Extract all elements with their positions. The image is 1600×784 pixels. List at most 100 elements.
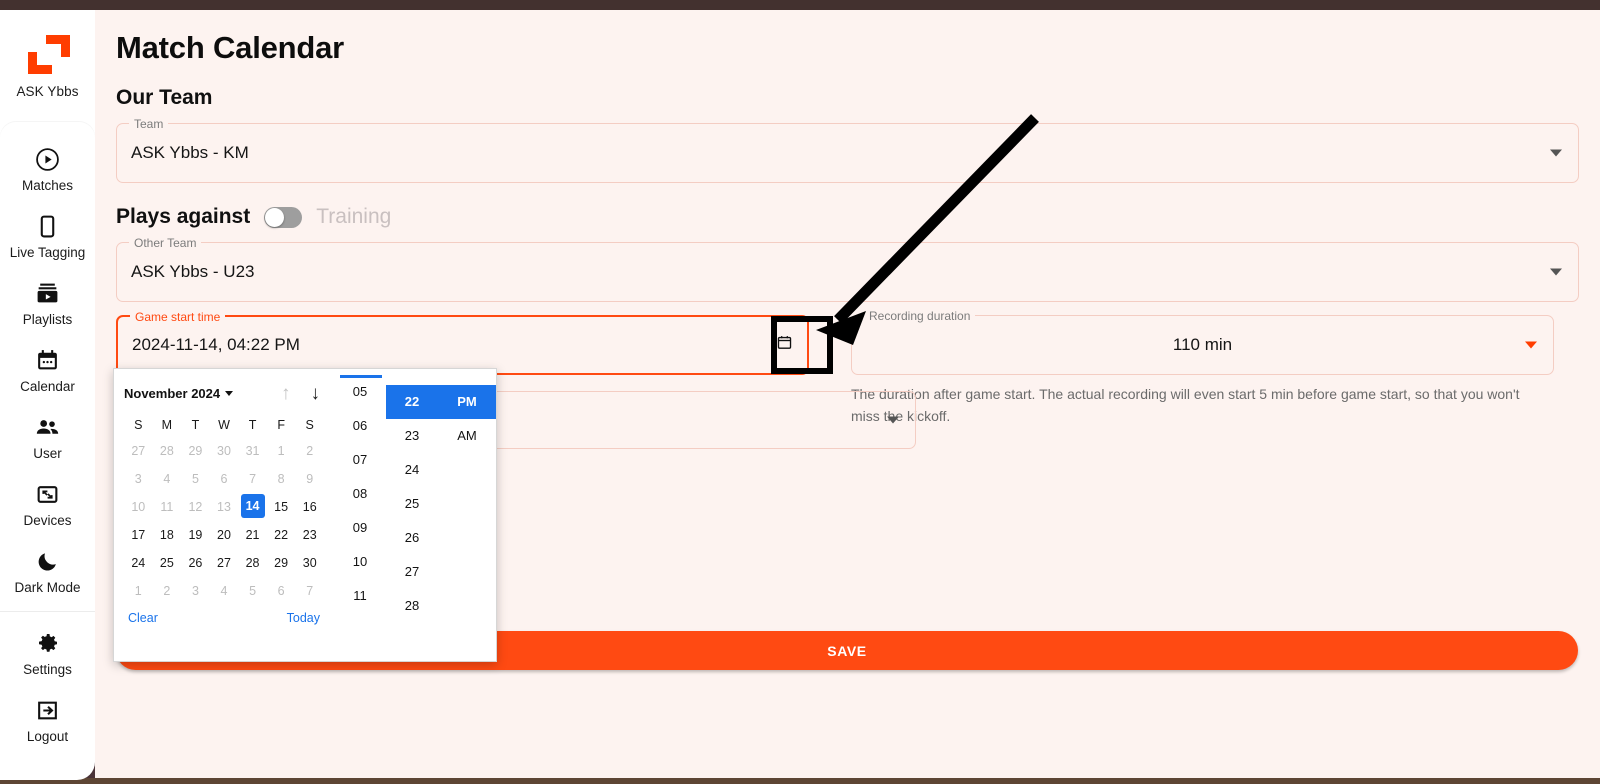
- sidebar-item-calendar[interactable]: Calendar: [0, 337, 95, 404]
- team-value: ASK Ybbs - KM: [131, 143, 249, 162]
- sidebar-item-user[interactable]: User: [0, 404, 95, 471]
- calendar-day[interactable]: 7: [238, 465, 267, 493]
- meridiem-column[interactable]: PM AM: [438, 375, 496, 661]
- calendar-day[interactable]: 11: [153, 493, 182, 521]
- game-start-time-field[interactable]: Game start time 2024-11-14, 04:22 PM: [116, 309, 809, 375]
- calendar-day[interactable]: 1: [124, 577, 153, 605]
- calendar-day[interactable]: 27: [210, 549, 239, 577]
- calendar-day-selected[interactable]: 14: [240, 494, 265, 518]
- calendar-day[interactable]: 10: [124, 493, 153, 521]
- calendar-day[interactable]: 5: [238, 577, 267, 605]
- calendar-day[interactable]: 13: [210, 493, 239, 521]
- team-select[interactable]: Team ASK Ybbs - KM: [116, 116, 1579, 183]
- calendar-day[interactable]: 29: [181, 437, 210, 465]
- calendar-day[interactable]: 19: [181, 521, 210, 549]
- calendar-day[interactable]: 6: [267, 577, 296, 605]
- calendar-week-row: 17 18 19 20 21 22 23: [124, 521, 324, 549]
- calendar-day[interactable]: 18: [153, 521, 182, 549]
- window-top-bar: [0, 0, 1600, 10]
- arrow-up-icon[interactable]: ↑: [281, 384, 291, 403]
- calendar-day[interactable]: 5: [181, 465, 210, 493]
- chevron-down-icon[interactable]: [887, 416, 899, 424]
- calendar-day[interactable]: 12: [181, 493, 210, 521]
- month-year-label: November 2024: [124, 385, 221, 401]
- hour-option[interactable]: 11: [334, 579, 386, 613]
- chevron-down-icon[interactable]: [1525, 341, 1537, 349]
- chevron-down-icon[interactable]: [1550, 149, 1562, 157]
- meridiem-option[interactable]: PM: [438, 385, 496, 419]
- calendar-week-row: 1234567: [124, 577, 324, 605]
- recording-duration-select[interactable]: Recording duration 110 min: [851, 308, 1554, 375]
- calendar-day[interactable]: 6: [210, 465, 239, 493]
- sidebar-item-playlists[interactable]: Playlists: [0, 270, 95, 337]
- today-button[interactable]: Today: [287, 611, 320, 625]
- calendar-day[interactable]: 21: [238, 521, 267, 549]
- other-team-select[interactable]: Other Team ASK Ybbs - U23: [116, 235, 1579, 302]
- sidebar-divider: [0, 611, 95, 612]
- calendar-day[interactable]: 28: [153, 437, 182, 465]
- plays-against-label: Plays against: [116, 205, 251, 228]
- recording-duration-helper: The duration after game start. The actua…: [851, 386, 1520, 424]
- calendar-day[interactable]: 29: [267, 549, 296, 577]
- calendar-day[interactable]: 31: [238, 437, 267, 465]
- minute-option[interactable]: 22: [386, 385, 438, 419]
- training-toggle[interactable]: [264, 206, 303, 228]
- calendar-day[interactable]: 27: [124, 437, 153, 465]
- hour-option[interactable]: 05: [334, 375, 386, 409]
- sidebar-item-matches[interactable]: Matches: [0, 136, 95, 203]
- calendar-day[interactable]: 20: [210, 521, 239, 549]
- hour-column[interactable]: 05 06 07 08 09 10 11: [334, 375, 386, 661]
- calendar-day[interactable]: 3: [124, 465, 153, 493]
- calendar-day[interactable]: 24: [124, 549, 153, 577]
- calendar-day[interactable]: 2: [295, 437, 324, 465]
- calendar-day[interactable]: 26: [181, 549, 210, 577]
- sidebar-item-dark-mode[interactable]: Dark Mode: [0, 538, 95, 605]
- sidebar-item-settings[interactable]: Settings: [0, 620, 95, 687]
- calendar-day[interactable]: 1: [267, 437, 296, 465]
- hour-option[interactable]: 10: [334, 545, 386, 579]
- sidebar-item-live-tagging[interactable]: Live Tagging: [0, 203, 95, 270]
- meridiem-option[interactable]: AM: [438, 419, 496, 453]
- calendar-day[interactable]: 7: [295, 577, 324, 605]
- chevron-down-icon[interactable]: [1550, 268, 1562, 276]
- month-year-dropdown[interactable]: November 2024: [124, 385, 234, 401]
- calendar-day[interactable]: 4: [210, 577, 239, 605]
- datetime-picker-popup[interactable]: November 2024 ↑ ↓ S M T W T F S 27 28 29…: [113, 368, 497, 662]
- hour-option[interactable]: 08: [334, 477, 386, 511]
- minute-column[interactable]: 22 23 24 25 26 27 28: [386, 375, 438, 661]
- minute-option[interactable]: 26: [386, 521, 438, 555]
- calendar-day[interactable]: 4: [153, 465, 182, 493]
- gear-icon: [36, 630, 60, 656]
- calendar-day[interactable]: 25: [153, 549, 182, 577]
- calendar-day[interactable]: 22: [267, 521, 296, 549]
- sidebar-item-label: Settings: [23, 662, 72, 677]
- calendar-day[interactable]: 9: [295, 465, 324, 493]
- calendar-header: November 2024 ↑ ↓: [124, 379, 324, 407]
- hour-option[interactable]: 09: [334, 511, 386, 545]
- calendar-day[interactable]: 23: [295, 521, 324, 549]
- minute-option[interactable]: 25: [386, 487, 438, 521]
- calendar-day[interactable]: 30: [295, 549, 324, 577]
- sidebar-item-logout[interactable]: Logout: [0, 687, 95, 754]
- arrow-down-icon[interactable]: ↓: [311, 384, 321, 403]
- calendar-day[interactable]: 16: [295, 493, 324, 521]
- dow-label: T: [191, 418, 200, 432]
- minute-option[interactable]: 28: [386, 589, 438, 623]
- hour-option[interactable]: 06: [334, 409, 386, 443]
- minute-option[interactable]: 23: [386, 419, 438, 453]
- sidebar-item-devices[interactable]: Devices: [0, 471, 95, 538]
- calendar-week-row: 27 28 29 30 31 1 2: [124, 437, 324, 465]
- minute-option[interactable]: 24: [386, 453, 438, 487]
- minute-option[interactable]: 27: [386, 555, 438, 589]
- chevron-down-icon: [225, 390, 234, 396]
- clear-button[interactable]: Clear: [128, 611, 158, 625]
- hour-option[interactable]: 07: [334, 443, 386, 477]
- main-content: Match Calendar Our Team Team ASK Ybbs - …: [95, 10, 1600, 778]
- calendar-day[interactable]: 28: [238, 549, 267, 577]
- calendar-day[interactable]: 8: [267, 465, 296, 493]
- calendar-day[interactable]: 2: [153, 577, 182, 605]
- calendar-day[interactable]: 3: [181, 577, 210, 605]
- calendar-day[interactable]: 15: [267, 493, 296, 521]
- calendar-day[interactable]: 30: [210, 437, 239, 465]
- calendar-day[interactable]: 17: [124, 521, 153, 549]
